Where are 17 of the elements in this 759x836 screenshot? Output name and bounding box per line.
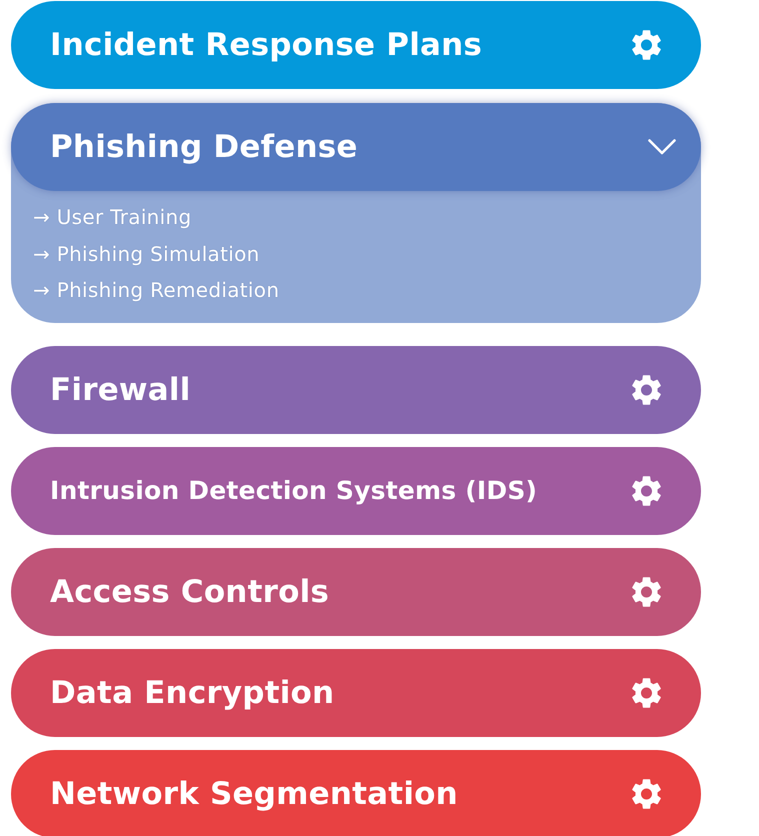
- chevron-down-icon: [648, 139, 676, 155]
- submenu-link[interactable]: → Phishing Simulation: [33, 236, 260, 272]
- accordion-header[interactable]: Access Controls: [11, 548, 701, 636]
- submenu-link[interactable]: → User Training: [33, 199, 192, 236]
- gear-icon: [632, 30, 661, 60]
- submenu-link[interactable]: → Phishing Remediation: [33, 272, 280, 308]
- accordion-header[interactable]: Incident Response Plans: [11, 1, 701, 89]
- gear-icon: [632, 576, 661, 606]
- gear-icon: [632, 374, 661, 404]
- accordion-header[interactable]: Phishing Defense: [11, 103, 701, 191]
- accordion-header[interactable]: Network Segmentation: [11, 750, 701, 836]
- gear-icon: [632, 678, 661, 708]
- accordion-header[interactable]: Intrusion Detection Systems (IDS): [11, 446, 701, 534]
- gear-icon: [632, 476, 661, 506]
- gear-icon: [632, 778, 661, 808]
- accordion-header[interactable]: Data Encryption: [11, 648, 701, 736]
- accordion-header[interactable]: Firewall: [11, 346, 701, 434]
